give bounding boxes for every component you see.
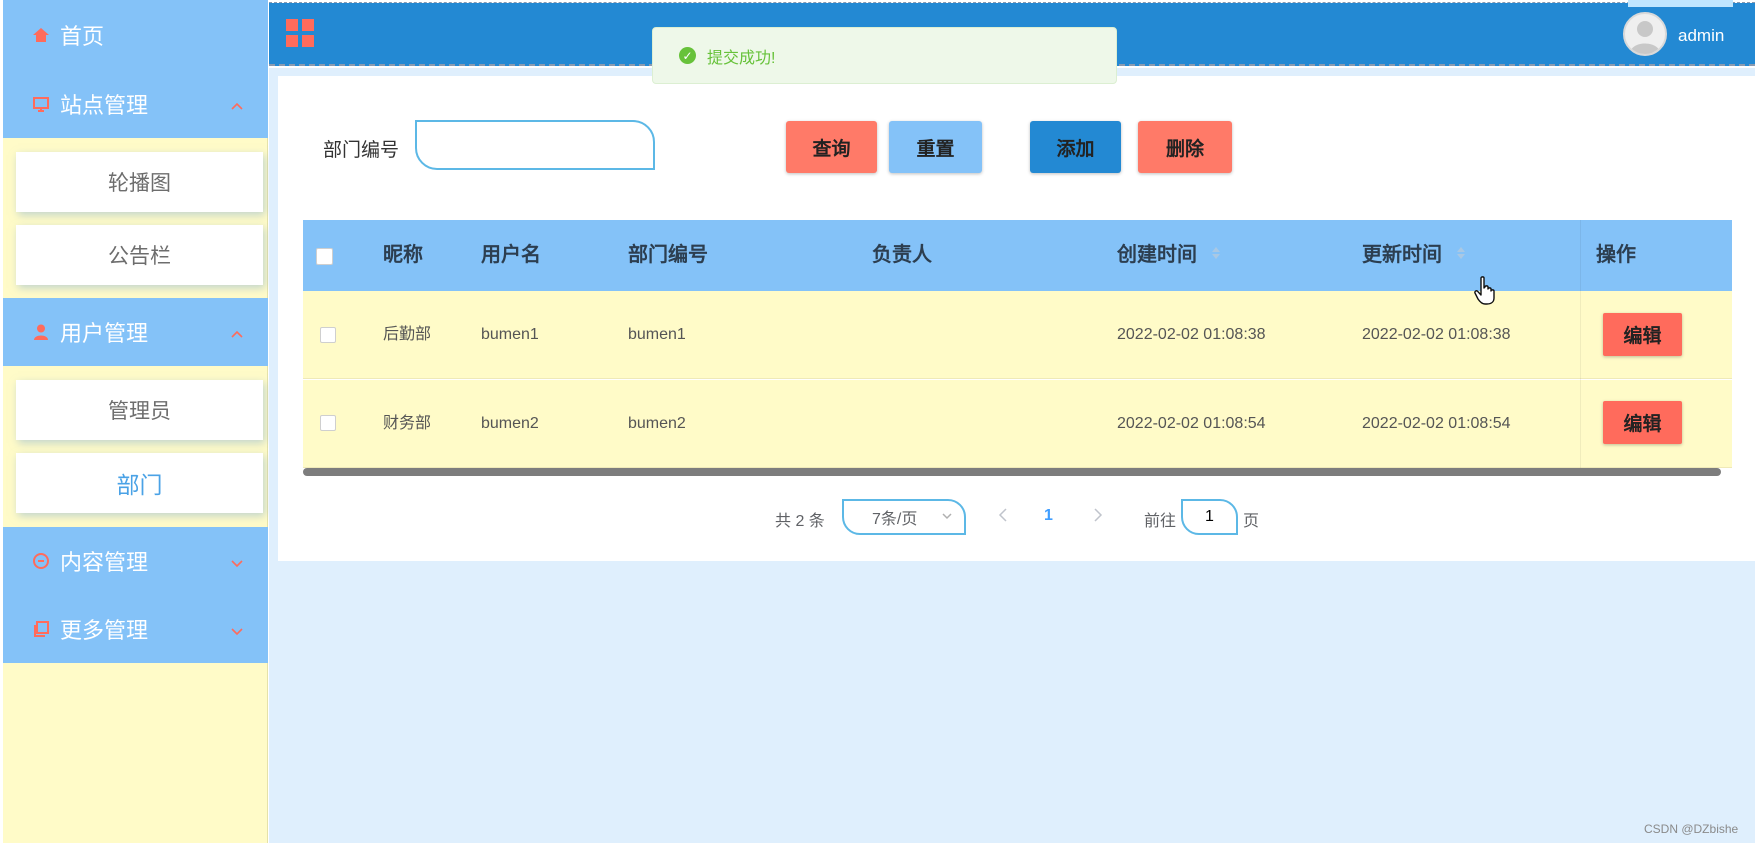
sidebar-item-admin[interactable]: 管理员 — [16, 380, 263, 440]
success-toast: ✓ 提交成功! — [652, 27, 1117, 84]
menu-content-management[interactable]: 内容管理 — [3, 527, 268, 595]
select-all-checkbox[interactable] — [316, 248, 333, 265]
cell-nickname: 后勤部 — [383, 326, 432, 343]
cell-created: 2022-02-02 01:08:54 — [1117, 415, 1266, 432]
username-label[interactable]: admin — [1678, 26, 1724, 46]
menu-user-management[interactable]: 用户管理 — [3, 298, 268, 366]
row-checkbox[interactable] — [320, 327, 336, 343]
cell-updated: 2022-02-02 01:08:54 — [1362, 415, 1511, 432]
column-header-created[interactable]: 创建时间 — [1117, 220, 1221, 291]
chevron-up-icon — [230, 91, 244, 117]
cell-created: 2022-02-02 01:08:38 — [1117, 326, 1266, 343]
check-circle-icon: ✓ — [679, 47, 696, 64]
table-row: 财务部 bumen2 bumen2 2022-02-02 01:08:54 20… — [303, 380, 1732, 468]
prev-page-icon[interactable] — [996, 505, 1010, 530]
sidebar-item-label: 公告栏 — [108, 245, 171, 268]
page-size-select[interactable]: 7条/页 — [842, 499, 966, 535]
delete-button[interactable]: 删除 — [1138, 121, 1232, 173]
menu-home[interactable]: 首页 — [3, 0, 268, 70]
page-unit-label: 页 — [1243, 513, 1260, 530]
menu-more-management-label: 更多管理 — [60, 618, 149, 643]
sidebar-item-carousel[interactable]: 轮播图 — [16, 152, 263, 212]
column-header-username: 用户名 — [481, 244, 541, 266]
avatar[interactable] — [1623, 12, 1667, 56]
current-page[interactable]: 1 — [1044, 507, 1053, 525]
cell-dept-no: bumen2 — [628, 415, 686, 432]
watermark: CSDN @DZbishe — [1644, 822, 1739, 836]
add-button[interactable]: 添加 — [1030, 121, 1121, 173]
sidebar-item-label: 管理员 — [108, 400, 171, 423]
cell-nickname: 财务部 — [383, 415, 432, 432]
column-header-updated-label: 更新时间 — [1362, 244, 1442, 266]
chevron-down-icon — [230, 616, 244, 642]
edit-button[interactable]: 编辑 — [1603, 401, 1682, 444]
row-checkbox[interactable] — [320, 415, 336, 431]
chevron-down-icon — [940, 509, 954, 528]
menu-content-management-label: 内容管理 — [60, 550, 149, 575]
goto-page-input[interactable] — [1181, 499, 1238, 535]
toast-message: 提交成功! — [707, 49, 776, 67]
cell-username: bumen1 — [481, 326, 539, 343]
chevron-up-icon — [230, 319, 244, 345]
reset-button[interactable]: 重置 — [889, 121, 982, 173]
menu-more-management[interactable]: 更多管理 — [3, 595, 268, 663]
home-icon — [30, 24, 52, 46]
column-header-created-label: 创建时间 — [1117, 244, 1197, 266]
pagination-total: 共 2 条 — [775, 513, 825, 530]
next-page-icon[interactable] — [1091, 505, 1105, 530]
column-header-nickname: 昵称 — [383, 244, 423, 266]
grid-menu-icon[interactable] — [286, 19, 314, 52]
horizontal-scrollbar[interactable] — [303, 468, 1721, 476]
search-label: 部门编号 — [323, 140, 400, 161]
dept-no-search-input[interactable] — [415, 120, 655, 170]
actions-column-divider — [1580, 220, 1581, 468]
hand-cursor-icon — [1474, 276, 1498, 311]
user-icon — [30, 321, 52, 343]
column-header-actions: 操作 — [1596, 244, 1636, 266]
query-button[interactable]: 查询 — [786, 121, 877, 173]
sort-icon[interactable] — [1456, 220, 1466, 291]
edit-button[interactable]: 编辑 — [1603, 313, 1682, 356]
page-size-value: 7条/页 — [872, 511, 918, 528]
column-header-updated[interactable]: 更新时间 — [1362, 220, 1466, 291]
cell-username: bumen2 — [481, 415, 539, 432]
menu-user-management-label: 用户管理 — [60, 321, 149, 346]
menu-site-management-label: 站点管理 — [60, 93, 149, 118]
column-header-leader: 负责人 — [872, 244, 932, 266]
table-header: 昵称 用户名 部门编号 负责人 创建时间 更新时间 操作 — [303, 220, 1732, 291]
monitor-icon — [30, 93, 52, 115]
chat-icon — [30, 550, 52, 572]
cell-dept-no: bumen1 — [628, 326, 686, 343]
sidebar-item-label: 部门 — [116, 472, 163, 498]
menu-site-management[interactable]: 站点管理 — [3, 70, 268, 138]
sidebar-item-department[interactable]: 部门 — [16, 453, 263, 513]
menu-home-label: 首页 — [60, 24, 105, 49]
sidebar: 首页 站点管理 轮播图 公告栏 用户管理 管理员 部门 内容管理 更多管理 — [3, 0, 268, 843]
notification-badge — [1628, 0, 1733, 7]
sidebar-item-label: 轮播图 — [108, 172, 171, 195]
table-row: 后勤部 bumen1 bumen1 2022-02-02 01:08:38 20… — [303, 291, 1732, 379]
goto-label: 前往 — [1144, 513, 1177, 530]
sidebar-item-bulletin[interactable]: 公告栏 — [16, 225, 263, 285]
column-header-dept-no: 部门编号 — [628, 244, 708, 266]
chevron-down-icon — [230, 548, 244, 574]
copy-icon — [30, 618, 52, 640]
sort-icon[interactable] — [1211, 220, 1221, 291]
